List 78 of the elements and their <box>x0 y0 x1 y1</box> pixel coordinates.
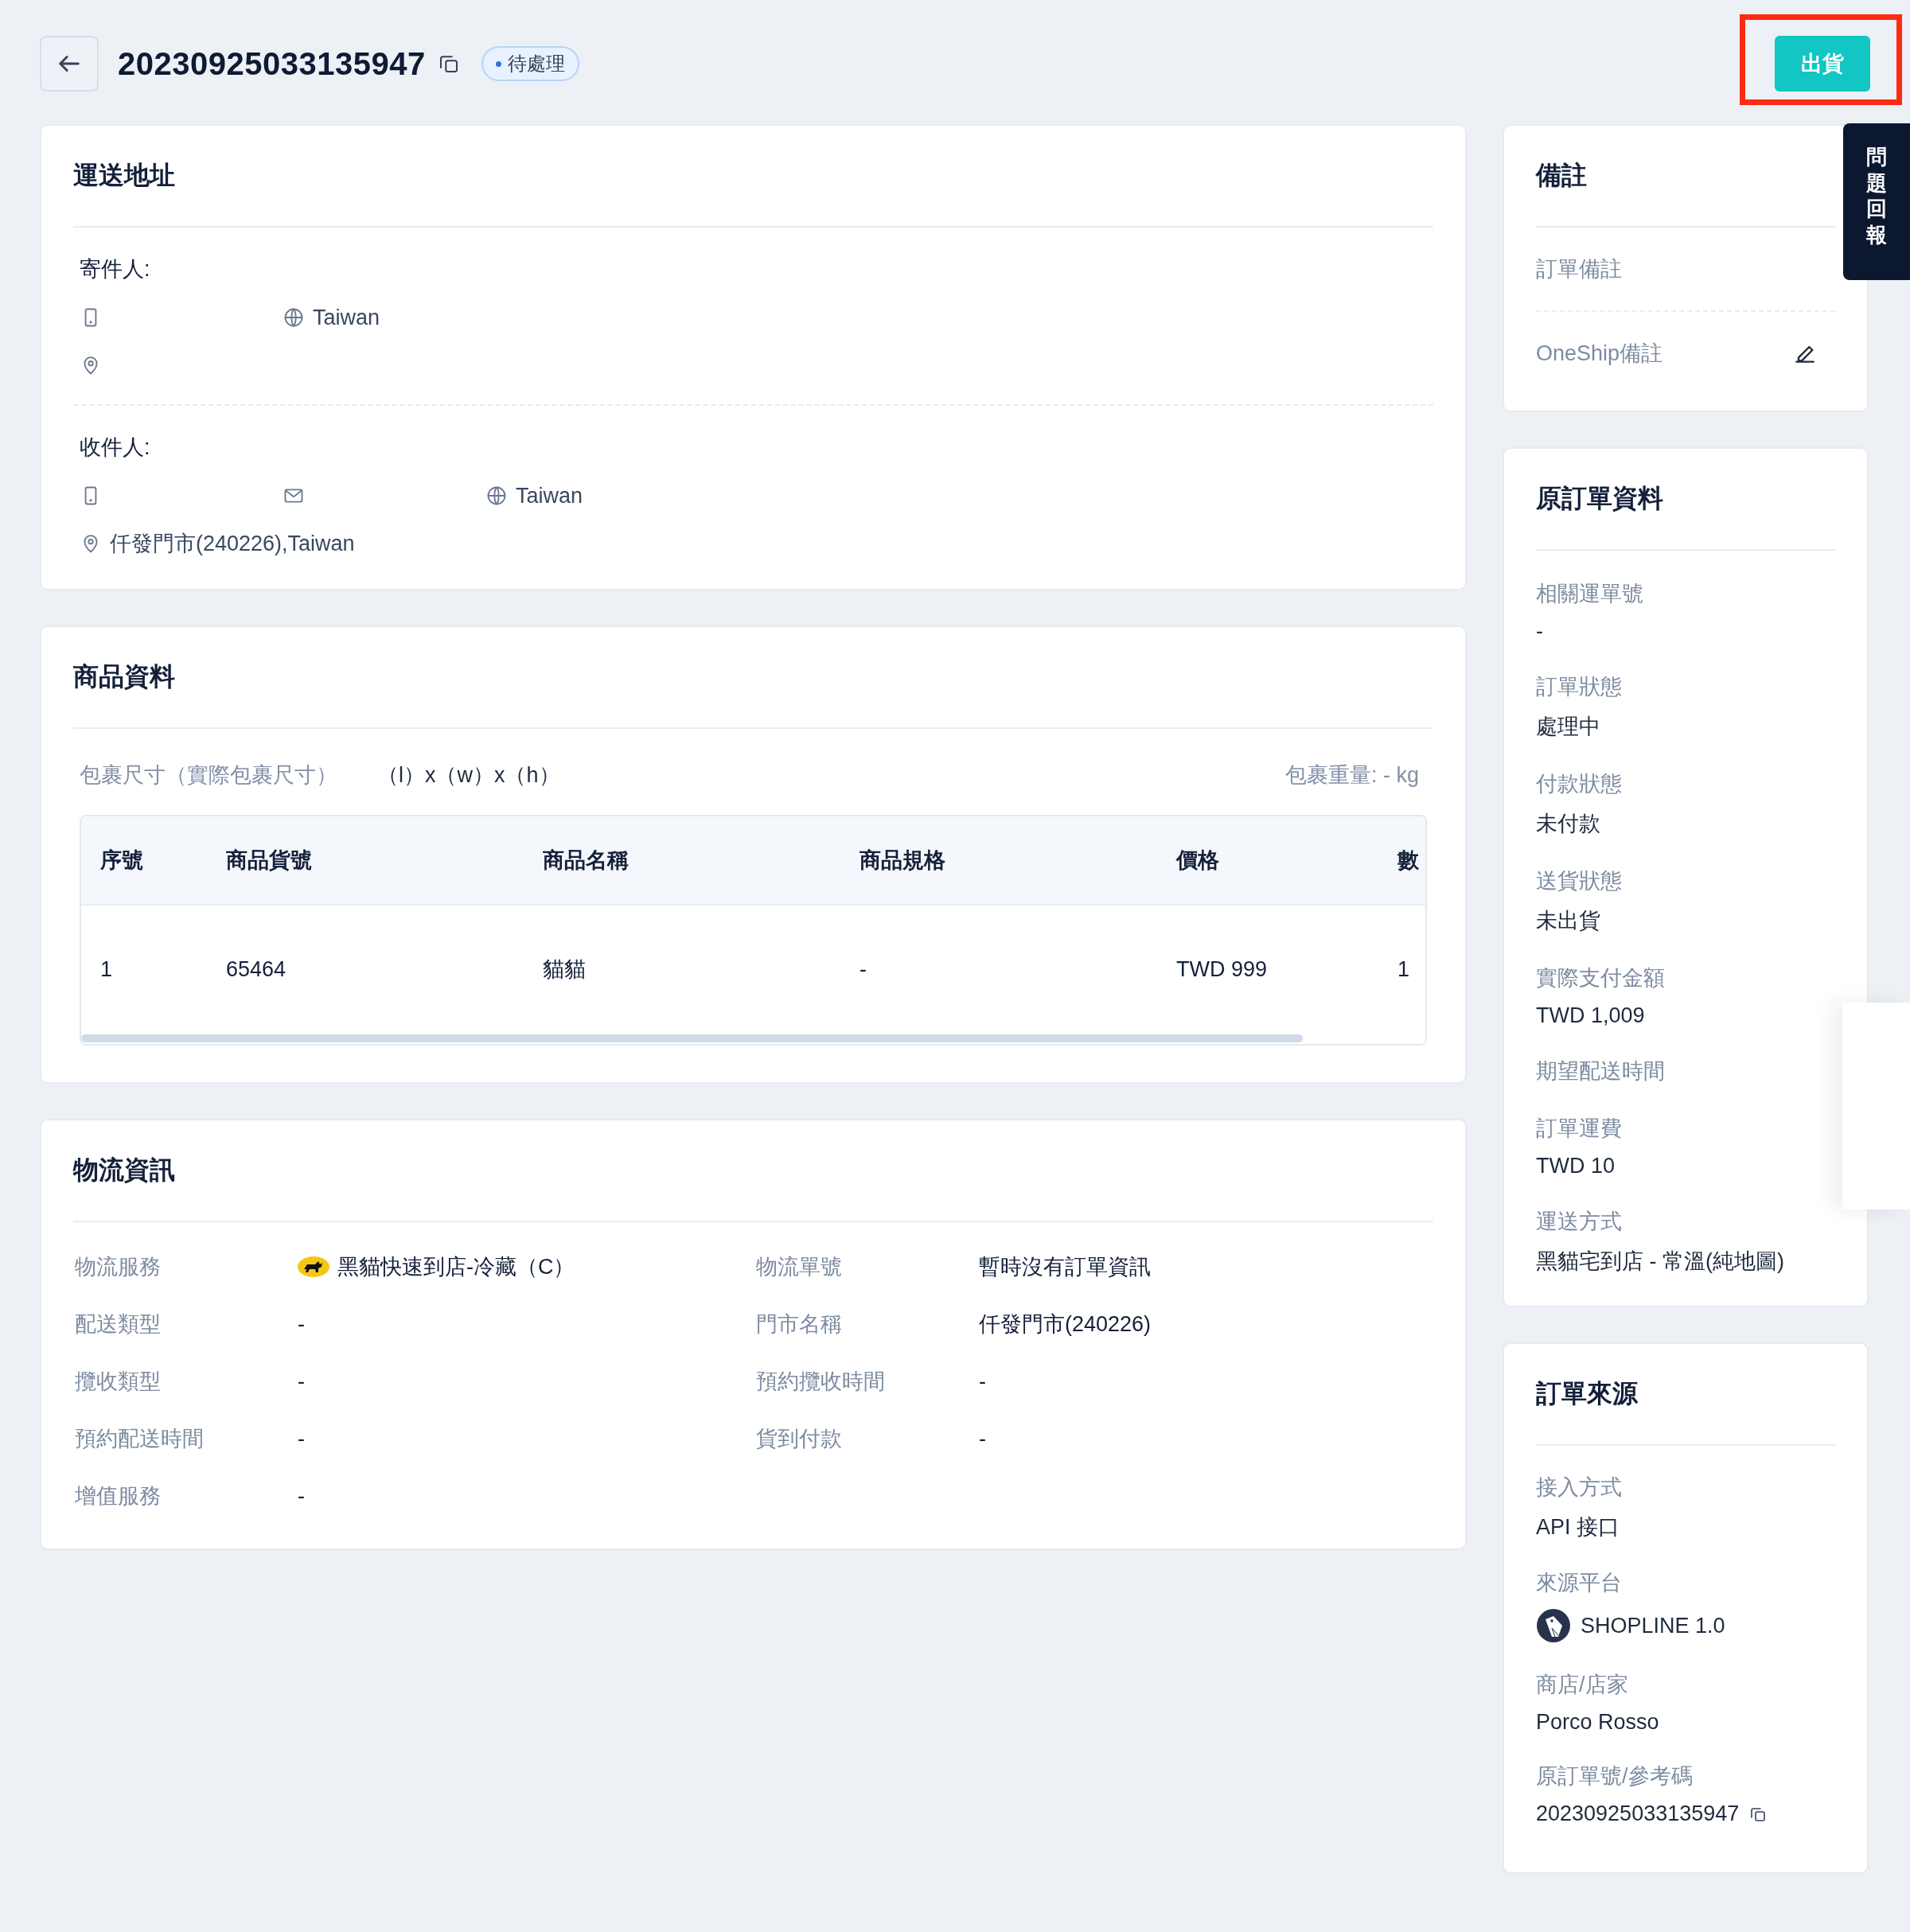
field-value: - <box>979 1369 986 1394</box>
field-label: 付款狀態 <box>1536 771 1623 797</box>
field-value: - <box>1536 619 1543 644</box>
field-value: 未出貨 <box>1536 908 1600 934</box>
table-cell: 65464 <box>226 956 286 982</box>
field-value: TWD 10 <box>1536 1154 1615 1178</box>
card-title: 訂單來源 <box>1536 1344 1835 1446</box>
column-header: 商品規格 <box>860 847 945 874</box>
feedback-tab[interactable]: 問題回報 <box>1843 123 1910 280</box>
globe-icon <box>485 485 508 507</box>
country-text: Taiwan <box>516 483 583 508</box>
field-label: 商店/店家 <box>1536 1672 1629 1698</box>
field-label: 預約攬收時間 <box>756 1369 886 1395</box>
column-header: 序號 <box>100 847 143 874</box>
field-value: API 接口 <box>1536 1514 1620 1541</box>
column-header: 商品貨號 <box>226 847 312 874</box>
globe-icon <box>283 306 305 329</box>
field-value: 20230925033135947 <box>1536 1802 1740 1826</box>
field-value: - <box>298 1311 305 1337</box>
country-text: Taiwan <box>313 305 380 330</box>
field-value: 未付款 <box>1536 811 1600 837</box>
field-value: 黑貓宅到店 - 常溫(純地圖) <box>1536 1248 1784 1275</box>
party-label: 收件人: <box>80 434 151 461</box>
note-label: 訂單備註 <box>1536 256 1622 282</box>
package-size-value: （l）x（w）x（h） <box>377 762 560 789</box>
field-label: 訂單運費 <box>1536 1116 1623 1142</box>
field-label: 相關運單號 <box>1536 581 1644 607</box>
field-label: 貨到付款 <box>756 1426 843 1452</box>
scrollbar-thumb[interactable] <box>81 1034 1303 1042</box>
field-label: 物流單號 <box>756 1254 843 1280</box>
field-value: 黑貓快速到店-冷藏（C） <box>337 1254 575 1280</box>
field-label: 預約配送時間 <box>75 1426 205 1452</box>
field-value: 處理中 <box>1536 714 1600 740</box>
column-header: 數 <box>1397 847 1419 874</box>
table-cell: TWD 999 <box>1176 956 1268 982</box>
table-cell: 1 <box>1397 956 1410 982</box>
table-cell-text: 貓貓 <box>543 956 586 983</box>
party-label: 寄件人: <box>80 256 151 282</box>
field-label: 運送方式 <box>1536 1209 1623 1235</box>
card-title: 備註 <box>1536 126 1835 228</box>
field-label: 增值服務 <box>75 1483 162 1509</box>
field-value: 仟發門市(240226) <box>979 1311 1152 1338</box>
field-value: 暫時沒有訂單資訊 <box>979 1254 1151 1280</box>
field-label: 物流服務 <box>75 1254 162 1280</box>
address-text: 仟發門市(240226),Taiwan <box>110 531 355 557</box>
note-label: OneShip備註 <box>1536 341 1663 367</box>
field-label: 來源平台 <box>1536 1570 1623 1596</box>
field-value: - <box>298 1369 305 1394</box>
column-header: 商品名稱 <box>543 847 629 874</box>
card-title: 原訂單資料 <box>1536 449 1835 551</box>
field-value: Porco Rosso <box>1536 1710 1659 1735</box>
card-title: 物流資訊 <box>73 1120 1433 1222</box>
field-label: 實際支付金額 <box>1536 965 1666 991</box>
card-title: 商品資料 <box>73 627 1433 729</box>
field-label: 送貨狀態 <box>1536 868 1623 894</box>
field-label: 原訂單號/參考碼 <box>1536 1763 1694 1790</box>
field-value: - <box>979 1426 986 1451</box>
table-cell: - <box>860 956 867 982</box>
column-header: 價格 <box>1176 847 1219 874</box>
field-label: 攬收類型 <box>75 1369 162 1395</box>
field-value: - <box>298 1426 305 1451</box>
package-size-label: 包裹尺寸（實際包裹尺寸） <box>80 762 337 789</box>
field-label: 門市名稱 <box>756 1311 843 1338</box>
back-button[interactable] <box>40 36 99 92</box>
package-weight: 包裹重量: - kg <box>1285 762 1419 789</box>
cat-logo-icon <box>298 1256 329 1278</box>
field-value: TWD 1,009 <box>1536 1003 1645 1028</box>
field-label: 訂單狀態 <box>1536 674 1623 700</box>
table-cell: 1 <box>100 956 113 982</box>
field-value: SHOPLINE 1.0 <box>1581 1613 1725 1638</box>
order-number: 20230925033135947 <box>118 45 426 82</box>
status-badge: 待處理 <box>481 46 579 81</box>
bird-logo-icon <box>1536 1608 1571 1643</box>
field-label: 接入方式 <box>1536 1474 1623 1501</box>
field-label: 期望配送時間 <box>1536 1058 1666 1085</box>
card-title: 運送地址 <box>73 126 1433 228</box>
field-value: - <box>298 1483 305 1509</box>
field-label: 配送類型 <box>75 1311 162 1338</box>
